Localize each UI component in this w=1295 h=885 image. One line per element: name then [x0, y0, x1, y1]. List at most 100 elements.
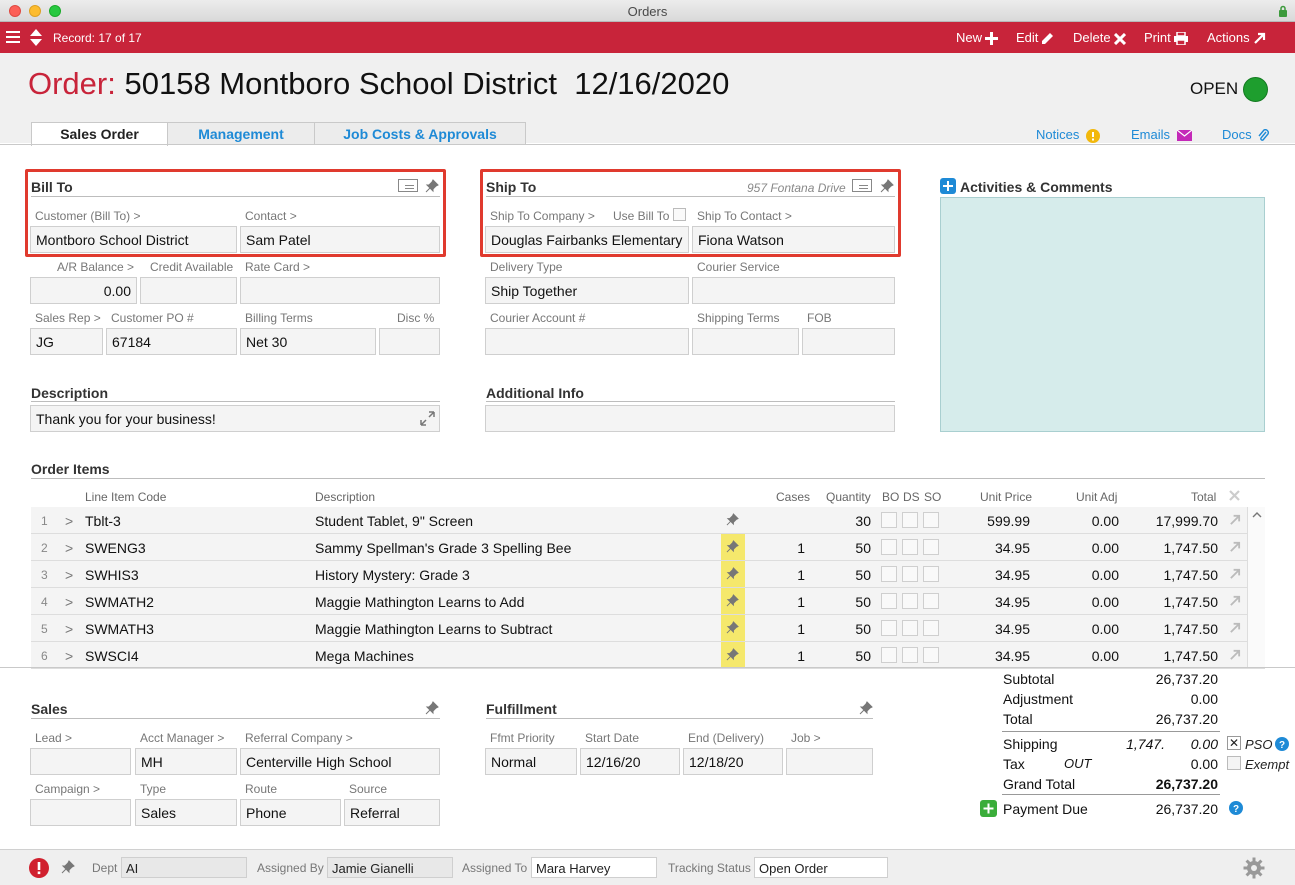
cases-value[interactable]: 1 — [761, 567, 805, 583]
col-total[interactable]: Total — [1191, 490, 1216, 504]
unit-price-value[interactable]: 34.95 — [951, 567, 1030, 583]
record-stepper-icon[interactable] — [29, 28, 43, 47]
pin-icon[interactable] — [61, 860, 75, 874]
customer-po-field[interactable]: 67184 — [106, 328, 237, 355]
ship-company-label[interactable]: Ship To Company > — [490, 209, 595, 223]
courier-service-field[interactable] — [692, 277, 895, 304]
unit-price-value[interactable]: 34.95 — [951, 621, 1030, 637]
ds-checkbox[interactable] — [902, 620, 918, 636]
referral-label[interactable]: Referral Company > — [245, 731, 353, 745]
ar-balance-field[interactable]: 0.00 — [30, 277, 137, 304]
help-icon[interactable]: ? — [1229, 801, 1243, 815]
line-item-code[interactable]: SWENG3 — [85, 540, 146, 556]
use-bill-to-checkbox[interactable] — [673, 208, 686, 221]
job-field[interactable] — [786, 748, 873, 775]
sales-rep-label[interactable]: Sales Rep > — [35, 311, 101, 325]
tab-management[interactable]: Management — [167, 122, 315, 145]
expand-row-icon[interactable]: > — [65, 567, 73, 583]
tab-sales-order[interactable]: Sales Order — [31, 122, 168, 146]
unit-adj-value[interactable]: 0.00 — [1041, 540, 1119, 556]
col-description[interactable]: Description — [315, 490, 375, 504]
open-line-icon[interactable] — [1229, 622, 1241, 634]
end-date-field[interactable]: 12/18/20 — [683, 748, 783, 775]
card-icon[interactable] — [852, 179, 872, 192]
pin-cell[interactable] — [721, 561, 745, 587]
description-field[interactable]: Thank you for your business! — [30, 405, 440, 432]
route-field[interactable]: Phone — [240, 799, 341, 826]
edit-button[interactable]: Edit — [1016, 30, 1054, 45]
lead-field[interactable] — [30, 748, 131, 775]
line-item-code[interactable]: SWMATH2 — [85, 594, 154, 610]
open-line-icon[interactable] — [1229, 541, 1241, 553]
exempt-checkbox[interactable] — [1227, 756, 1241, 770]
col-quantity[interactable]: Quantity — [826, 490, 871, 504]
type-field[interactable]: Sales — [135, 799, 237, 826]
line-item-description[interactable]: Maggie Mathington Learns to Subtract — [315, 621, 552, 637]
adjustment-value[interactable]: 0.00 — [1100, 691, 1218, 707]
ar-balance-label[interactable]: A/R Balance > — [57, 260, 134, 274]
so-checkbox[interactable] — [923, 566, 939, 582]
quantity-value[interactable]: 50 — [821, 648, 871, 664]
so-checkbox[interactable] — [923, 647, 939, 663]
campaign-label[interactable]: Campaign > — [35, 782, 100, 796]
col-unit-adj[interactable]: Unit Adj — [1076, 490, 1117, 504]
acct-manager-label[interactable]: Acct Manager > — [140, 731, 224, 745]
info-alert-icon[interactable] — [29, 858, 49, 878]
col-so[interactable]: SO — [924, 490, 941, 504]
line-item-description[interactable]: Maggie Mathington Learns to Add — [315, 594, 524, 610]
pin-icon[interactable] — [425, 701, 439, 715]
priority-field[interactable]: Normal — [485, 748, 577, 775]
actions-button[interactable]: Actions — [1207, 30, 1266, 45]
shipping-terms-field[interactable] — [692, 328, 799, 355]
col-unit-price[interactable]: Unit Price — [980, 490, 1032, 504]
so-checkbox[interactable] — [923, 539, 939, 555]
customer-field[interactable]: Montboro School District — [30, 226, 237, 253]
table-row[interactable]: 1 > Tblt-3 Student Tablet, 9" Screen 30 599.9… — [31, 507, 1265, 534]
expand-row-icon[interactable]: > — [65, 621, 73, 637]
add-activity-icon[interactable] — [940, 178, 956, 194]
card-icon[interactable] — [398, 179, 418, 192]
table-row[interactable]: 6 > SWSCI4 Mega Machines 1 50 34.95 0.00 1,747.5… — [31, 642, 1265, 669]
unit-price-value[interactable]: 34.95 — [951, 648, 1030, 664]
line-item-code[interactable]: SWHIS3 — [85, 567, 139, 583]
pin-cell[interactable] — [721, 534, 745, 560]
pin-cell[interactable] — [721, 588, 745, 614]
open-line-icon[interactable] — [1229, 568, 1241, 580]
line-item-code[interactable]: SWSCI4 — [85, 648, 139, 664]
col-bo[interactable]: BO — [882, 490, 899, 504]
open-line-icon[interactable] — [1229, 595, 1241, 607]
table-row[interactable]: 3 > SWHIS3 History Mystery: Grade 3 1 50 34.95… — [31, 561, 1265, 588]
so-checkbox[interactable] — [923, 620, 939, 636]
cases-value[interactable]: 1 — [761, 648, 805, 664]
table-row[interactable]: 4 > SWMATH2 Maggie Mathington Learns to Add… — [31, 588, 1265, 615]
unit-adj-value[interactable]: 0.00 — [1041, 594, 1119, 610]
ship-contact-field[interactable]: Fiona Watson — [692, 226, 895, 253]
campaign-field[interactable] — [30, 799, 131, 826]
quantity-value[interactable]: 50 — [821, 540, 871, 556]
new-button[interactable]: New — [956, 30, 999, 46]
line-item-code[interactable]: Tblt-3 — [85, 513, 121, 529]
line-item-description[interactable]: Student Tablet, 9" Screen — [315, 513, 473, 529]
unit-adj-value[interactable]: 0.00 — [1041, 648, 1119, 664]
quantity-value[interactable]: 50 — [821, 594, 871, 610]
job-label[interactable]: Job > — [791, 731, 821, 745]
notices-link[interactable]: Notices — [1036, 127, 1100, 143]
bo-checkbox[interactable] — [881, 539, 897, 555]
shipping-value[interactable]: 0.00 — [1170, 736, 1218, 752]
col-cases[interactable]: Cases — [776, 490, 810, 504]
add-payment-icon[interactable] — [980, 800, 997, 817]
bo-checkbox[interactable] — [881, 620, 897, 636]
ds-checkbox[interactable] — [902, 566, 918, 582]
pso-checkbox[interactable]: ✕ — [1227, 736, 1241, 750]
line-item-description[interactable]: Mega Machines — [315, 648, 414, 664]
print-button[interactable]: Print — [1144, 30, 1188, 46]
unit-price-value[interactable]: 34.95 — [951, 540, 1030, 556]
cases-value[interactable]: 1 — [761, 621, 805, 637]
contact-label[interactable]: Contact > — [245, 209, 297, 223]
scroll-up-icon[interactable] — [1252, 511, 1262, 518]
unit-price-value[interactable]: 599.99 — [951, 513, 1030, 529]
line-item-description[interactable]: Sammy Spellman's Grade 3 Spelling Bee — [315, 540, 571, 556]
cases-value[interactable]: 1 — [761, 594, 805, 610]
activities-panel[interactable] — [940, 197, 1265, 432]
menu-icon[interactable] — [6, 30, 20, 44]
